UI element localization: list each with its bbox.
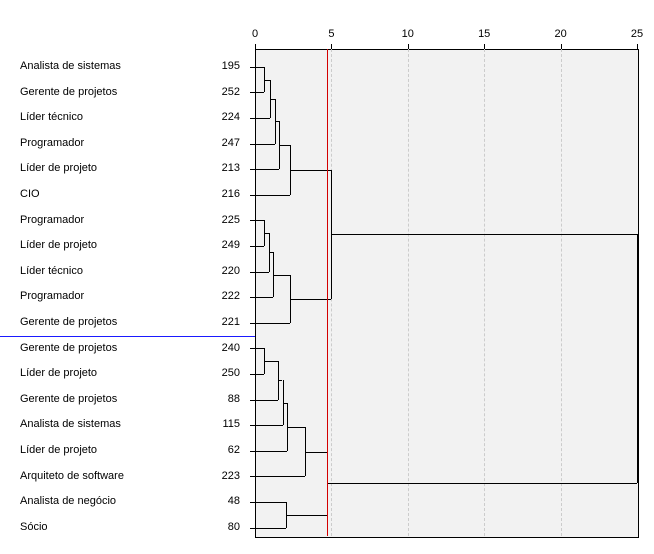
dendro-segment xyxy=(331,234,637,235)
dendro-segment xyxy=(637,234,638,483)
dendro-segment xyxy=(255,374,264,375)
leaf-label: Líder de projeto xyxy=(20,361,180,386)
leaf-label: Analista de negócio xyxy=(20,489,180,514)
leaf-value: 240 xyxy=(200,336,240,361)
dendro-segment xyxy=(255,348,264,349)
dendro-segment xyxy=(255,528,286,529)
dendro-segment xyxy=(255,297,273,298)
x-tick-label: 15 xyxy=(469,28,499,40)
dendro-segment xyxy=(255,272,269,273)
dendro-segment xyxy=(255,118,270,119)
dendro-segment xyxy=(255,220,264,221)
dendrogram-chart: 0 5 10 15 20 25 Analista de sistemas 195 Gerent… xyxy=(0,0,654,554)
leaf-value: 223 xyxy=(200,464,240,489)
grid-line xyxy=(561,49,562,536)
leaf-value: 247 xyxy=(200,131,240,156)
dendro-segment xyxy=(255,92,264,93)
dendro-segment xyxy=(255,144,275,145)
leaf-value: 221 xyxy=(200,310,240,335)
leaf-value: 80 xyxy=(200,515,240,540)
leaf-value: 220 xyxy=(200,259,240,284)
blue-divider-line xyxy=(0,336,255,337)
dendro-segment xyxy=(279,145,290,146)
dendro-segment xyxy=(290,170,331,171)
dendro-segment xyxy=(273,275,290,276)
leaf-value: 252 xyxy=(200,80,240,105)
dendro-segment xyxy=(255,502,286,503)
leaf-value: 250 xyxy=(200,361,240,386)
leaf-value: 62 xyxy=(200,438,240,463)
dendro-segment xyxy=(255,400,278,401)
leaf-value: 213 xyxy=(200,156,240,181)
dendro-segment xyxy=(255,425,283,426)
leaf-value: 88 xyxy=(200,387,240,412)
x-tick-label: 0 xyxy=(240,28,270,40)
leaf-label: Analista de sistemas xyxy=(20,412,180,437)
leaf-label: Programador xyxy=(20,284,180,309)
leaf-label: Analista de sistemas xyxy=(20,54,180,79)
leaf-label: CIO xyxy=(20,182,180,207)
leaf-value: 216 xyxy=(200,182,240,207)
leaf-label: Líder técnico xyxy=(20,105,180,130)
leaf-label: Arquiteto de software xyxy=(20,464,180,489)
leaf-value: 222 xyxy=(200,284,240,309)
x-tick-label: 20 xyxy=(546,28,576,40)
dendro-segment xyxy=(255,323,290,324)
leaf-label: Programador xyxy=(20,208,180,233)
leaf-value: 224 xyxy=(200,105,240,130)
dendro-segment xyxy=(255,451,287,452)
x-tick-label: 5 xyxy=(316,28,346,40)
x-tick-label: 10 xyxy=(393,28,423,40)
leaf-label: Gerente de projetos xyxy=(20,336,180,361)
leaf-label: Líder de projeto xyxy=(20,438,180,463)
dendro-segment xyxy=(327,483,637,484)
plot-area xyxy=(255,49,639,538)
leaf-value: 115 xyxy=(200,412,240,437)
leaf-label: Líder de projeto xyxy=(20,156,180,181)
dendro-segment xyxy=(255,476,305,477)
dendro-segment xyxy=(286,515,327,516)
x-tick-label: 25 xyxy=(622,28,652,40)
leaf-value: 195 xyxy=(200,54,240,79)
leaf-label: Gerente de projetos xyxy=(20,310,180,335)
dendro-segment xyxy=(255,246,264,247)
dendro-segment xyxy=(255,169,279,170)
x-tick xyxy=(255,44,256,49)
dendro-segment xyxy=(287,427,305,428)
dendro-segment xyxy=(255,67,264,68)
x-tick xyxy=(637,44,638,49)
leaf-label: Gerente de projetos xyxy=(20,387,180,412)
leaf-label: Líder técnico xyxy=(20,259,180,284)
leaf-value: 225 xyxy=(200,208,240,233)
dendro-segment xyxy=(255,195,290,196)
leaf-label: Líder de projeto xyxy=(20,233,180,258)
dendro-segment xyxy=(290,299,331,300)
dendro-segment xyxy=(305,452,326,453)
leaf-label: Programador xyxy=(20,131,180,156)
leaf-label: Sócio xyxy=(20,515,180,540)
grid-line xyxy=(408,49,409,536)
leaf-value: 249 xyxy=(200,233,240,258)
grid-line xyxy=(484,49,485,536)
dendro-segment xyxy=(264,361,278,362)
red-cut-line xyxy=(327,49,328,536)
leaf-label: Gerente de projetos xyxy=(20,80,180,105)
leaf-value: 48 xyxy=(200,489,240,514)
